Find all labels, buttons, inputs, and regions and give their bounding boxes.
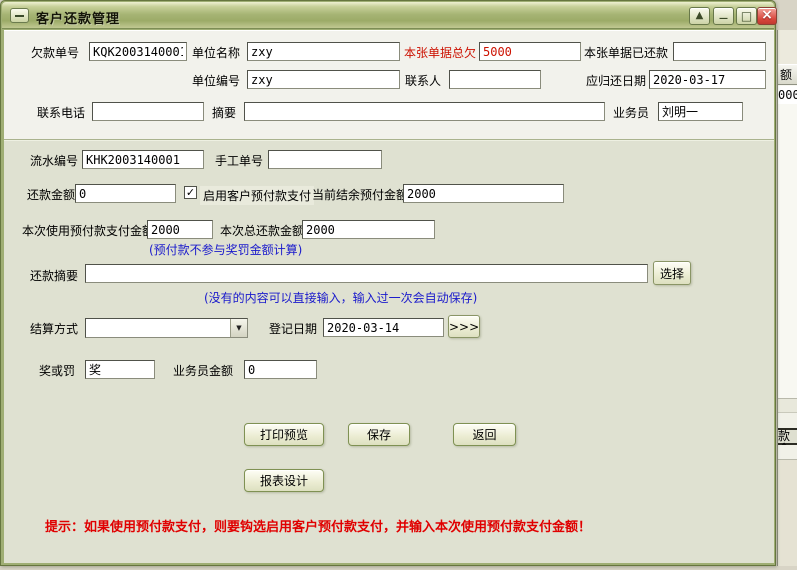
select-button[interactable]: 选择 <box>653 261 691 285</box>
back-button[interactable]: 返回 <box>453 423 516 446</box>
total-repay-label: 本次总还款金额 <box>220 224 304 238</box>
prepay-balance-input[interactable] <box>403 184 564 203</box>
rollup-icon[interactable]: ▲ <box>689 7 710 25</box>
repaid-input[interactable] <box>673 42 766 61</box>
manual-no-label: 手工单号 <box>215 154 263 168</box>
repay-amount-input[interactable] <box>75 184 176 203</box>
background-grid-bottom <box>778 459 797 566</box>
serial-no-input[interactable] <box>82 150 204 169</box>
background-grid-lower-header: 款金 <box>778 428 797 445</box>
background-grid-row <box>778 412 797 428</box>
customer-repayment-dialog: 客户还款管理 ▲ — □ × 欠款单号 单位名称 本张单据总欠 本张单据已还款 … <box>0 0 776 566</box>
minimize-icon[interactable]: — <box>713 7 734 25</box>
background-grid-row <box>778 398 797 412</box>
contact-label: 联系人 <box>405 74 441 88</box>
prepay-balance-label: 当前结余预付金额 <box>312 188 408 202</box>
background-grid-column-header: 额 <box>778 64 797 85</box>
app-icon-dash <box>15 15 24 17</box>
debt-no-label: 欠款单号 <box>31 46 79 60</box>
repay-summary-input[interactable] <box>85 264 648 283</box>
unit-code-label: 单位编号 <box>192 74 240 88</box>
due-date-input[interactable] <box>649 70 766 89</box>
prepay-used-label: 本次使用预付款支付金额 <box>22 224 154 238</box>
close-icon[interactable]: × <box>757 7 777 25</box>
settle-method-label: 结算方式 <box>30 322 78 336</box>
unit-name-label: 单位名称 <box>192 46 240 60</box>
register-date-input[interactable] <box>323 318 444 337</box>
contact-input[interactable] <box>449 70 541 89</box>
settle-method-select[interactable]: ▼ <box>85 318 248 338</box>
summary-label: 摘要 <box>212 106 236 120</box>
background-grid-top <box>778 30 797 64</box>
total-owed-input[interactable] <box>479 42 581 61</box>
register-date-label: 登记日期 <box>269 322 317 336</box>
background-grid-cell: 000 <box>778 86 797 104</box>
window-title: 客户还款管理 <box>36 8 120 27</box>
debt-no-input[interactable] <box>89 42 187 61</box>
prepay-enable-label[interactable]: 启用客户预付款支付 <box>200 186 314 205</box>
check-icon: ✓ <box>186 186 195 199</box>
prepay-used-input[interactable] <box>147 220 213 239</box>
unit-code-input[interactable] <box>247 70 400 89</box>
prepay-note: (预付款不参与奖罚金额计算) <box>149 243 302 257</box>
prepay-tip-text: 提示：如果使用预付款支付，则要钩选启用客户预付款支付，并输入本次使用预付款支付金… <box>45 516 591 535</box>
reward-punish-input[interactable] <box>85 360 155 379</box>
title-bar[interactable]: 客户还款管理 ▲ — □ × <box>2 2 774 29</box>
due-date-label: 应归还日期 <box>586 74 646 88</box>
salesman-label: 业务员 <box>613 106 649 120</box>
salesman-amount-input[interactable] <box>244 360 317 379</box>
save-button[interactable]: 保存 <box>348 423 410 446</box>
salesman-input[interactable] <box>658 102 743 121</box>
summary-input[interactable] <box>244 102 605 121</box>
manual-no-input[interactable] <box>268 150 382 169</box>
phone-input[interactable] <box>92 102 204 121</box>
chevron-down-icon[interactable]: ▼ <box>230 319 247 337</box>
prepay-enable-checkbox[interactable]: ✓ <box>184 186 197 199</box>
background-window-strip: 额 000 款金 <box>777 30 797 566</box>
salesman-amount-label: 业务员金额 <box>173 364 233 378</box>
reward-punish-label: 奖或罚 <box>39 364 75 378</box>
summary-note: (没有的内容可以直接输入，输入过一次会自动保存) <box>204 291 477 305</box>
maximize-icon[interactable]: □ <box>736 7 757 25</box>
app-icon <box>10 8 29 23</box>
total-repay-input[interactable] <box>302 220 435 239</box>
background-grid-row <box>778 445 797 459</box>
repay-amount-label: 还款金额 <box>27 188 75 202</box>
repay-summary-label: 还款摘要 <box>30 269 78 283</box>
serial-no-label: 流水编号 <box>30 154 78 168</box>
date-more-button[interactable]: >>> <box>448 315 480 338</box>
phone-label: 联系电话 <box>37 106 85 120</box>
report-design-button[interactable]: 报表设计 <box>244 469 324 492</box>
total-owed-label: 本张单据总欠 <box>404 46 476 60</box>
repaid-label: 本张单据已还款 <box>584 46 668 60</box>
unit-name-input[interactable] <box>247 42 400 61</box>
print-preview-button[interactable]: 打印预览 <box>244 423 324 446</box>
